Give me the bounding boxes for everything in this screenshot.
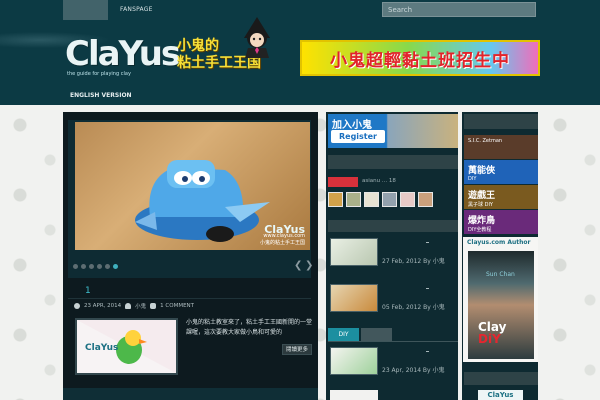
ad-subtitle: S.I.C. Zetman: [468, 138, 503, 144]
site-logo[interactable]: ClaYus the guide for playing clay 小鬼的 粘土…: [65, 17, 280, 82]
logo-tagline: the guide for playing clay: [67, 71, 131, 77]
slider-dots: [73, 264, 118, 269]
widget-header: [328, 155, 458, 169]
avatar[interactable]: [364, 192, 379, 207]
sidebar-post-thumbnail[interactable]: [330, 238, 378, 266]
svg-text:ClaYus: ClaYus: [85, 343, 118, 353]
site-header: FANSPAGE ClaYus the guide for playing cl…: [0, 0, 600, 105]
sidebar-post-date: 27 Feb, 2012 By 小鬼: [382, 258, 445, 265]
ad-yugioh[interactable]: 遊戲王 黑子球 DIY: [464, 185, 538, 209]
topbar-tab[interactable]: [63, 0, 108, 20]
slide-image[interactable]: ClaYus www.clayus.com 小鬼的粘土手工王国: [75, 122, 310, 250]
sidebar-post-date: 05 Feb, 2012 By 小鬼: [382, 304, 445, 311]
right-ad-list: S.I.C. Zetman 萬能俠 DIY 遊戲王 黑子球 DIY 爆炸鳥 DI…: [464, 114, 538, 235]
avatar[interactable]: [382, 192, 397, 207]
comment-icon: [150, 303, 157, 309]
fan-avatars: [328, 192, 433, 207]
middle-bottom-widget: [328, 370, 458, 400]
avatar[interactable]: [400, 192, 415, 207]
fanbox-name: asianu ... 18: [362, 178, 396, 184]
author-logo-bottom: DiY: [478, 332, 501, 346]
author-name: Sun Chan: [486, 271, 515, 278]
watermark-url: www.clayus.com: [263, 233, 305, 239]
search-input[interactable]: [382, 2, 536, 17]
register-button[interactable]: Register: [331, 130, 385, 143]
ad-mazinger[interactable]: 萬能俠 DIY: [464, 160, 538, 184]
post-tabs: DIY: [328, 328, 392, 341]
join-banner[interactable]: 加入小鬼 Register: [328, 114, 458, 148]
chevron-right-icon[interactable]: ❯: [305, 261, 313, 271]
post-comments[interactable]: 1 COMMENT: [160, 303, 194, 309]
post-thumbnail[interactable]: ClaYus: [75, 318, 178, 375]
ad-title: 遊戲王: [468, 191, 496, 201]
read-more-button[interactable]: 閱讀更多: [282, 344, 312, 355]
ad-zetman[interactable]: S.I.C. Zetman: [464, 135, 538, 159]
author-card-title: Clayus.com Author: [467, 239, 531, 246]
slider-dot[interactable]: [97, 264, 102, 269]
fanbox-widget: asianu ... 18: [328, 172, 458, 212]
promo-banner[interactable]: 小鬼超輕黏土班招生中: [300, 40, 540, 76]
slider-dot[interactable]: [105, 264, 110, 269]
avatar[interactable]: [418, 192, 433, 207]
slider-dot-active[interactable]: [113, 264, 118, 269]
tab-diy[interactable]: DIY: [328, 328, 359, 341]
author-photo: Sun Chan Clay DiY: [468, 251, 534, 359]
right-widget-header: [464, 114, 538, 129]
avatar[interactable]: [328, 192, 343, 207]
clock-icon: [74, 303, 80, 309]
post-author[interactable]: 小鬼: [135, 302, 146, 310]
nav-english-version[interactable]: ENGLISH VERSION: [70, 92, 132, 99]
promo-banner-text: 小鬼超輕黏土班招生中: [330, 50, 510, 71]
logo-wordmark: ClaYus: [65, 34, 181, 74]
user-icon: [125, 303, 132, 309]
author-logo: Clay DiY: [478, 321, 506, 345]
ad-subtitle: DIY: [468, 176, 477, 182]
next-post-title-bar: [63, 388, 318, 400]
ad-angry-birds[interactable]: 爆炸鳥 DIY全教程: [464, 210, 538, 234]
ad-subtitle: DIY全教程: [468, 227, 492, 233]
mascot-icon: [244, 17, 270, 58]
sidebar-post[interactable]: 05 Feb, 2012 By 小鬼: [328, 282, 458, 316]
post-meta: 23 APR, 2014 小鬼 1 COMMENT: [74, 302, 194, 310]
tabs-underline: [328, 341, 458, 342]
slider-dot[interactable]: [89, 264, 94, 269]
sidebar-post-title: [426, 242, 429, 243]
fanpage-logo[interactable]: [328, 177, 358, 187]
ad-title: 萬能俠: [468, 166, 496, 176]
right-bottom-header: [464, 372, 538, 385]
post-excerpt: 小鬼的粘土教室來了，粘土手工王國新開的一堂課喔，這次要教大家做小鳥和可愛的: [186, 319, 313, 336]
ad-subtitle: 黑子球 DIY: [468, 202, 493, 208]
author-card[interactable]: Clayus.com Author Sun Chan Clay DiY: [463, 237, 538, 362]
ad-title: 爆炸鳥: [468, 216, 496, 226]
avatar[interactable]: [346, 192, 361, 207]
fanspage-link[interactable]: FANSPAGE: [120, 6, 153, 13]
chevron-left-icon[interactable]: ❮: [294, 261, 302, 271]
recent-posts-header: [328, 220, 458, 232]
watermark-brand: ClaYus: [264, 223, 305, 236]
clay-bird-illustration: ClaYus: [77, 320, 176, 373]
join-title: 加入小鬼: [332, 120, 372, 131]
slider-dot[interactable]: [73, 264, 78, 269]
post-title[interactable]: 1: [85, 286, 91, 296]
sidebar-post-title: [426, 288, 429, 289]
clayus-mini-logo[interactable]: ClaYus: [478, 390, 523, 400]
sidebar-post[interactable]: 27 Feb, 2012 By 小鬼: [328, 236, 458, 270]
slider-dot[interactable]: [81, 264, 86, 269]
sidebar-post-thumbnail[interactable]: [330, 390, 378, 400]
sidebar-post-thumbnail[interactable]: [330, 284, 378, 312]
tab-secondary[interactable]: [361, 328, 392, 341]
watermark-cn: 小鬼的粘土手工王国: [259, 240, 305, 246]
post-title-bar: 1: [68, 285, 311, 299]
sidebar-post-title: [426, 351, 429, 352]
post-date: 23 APR, 2014: [84, 303, 122, 309]
slide-watermark: ClaYus www.clayus.com 小鬼的粘土手工王国: [259, 223, 305, 247]
